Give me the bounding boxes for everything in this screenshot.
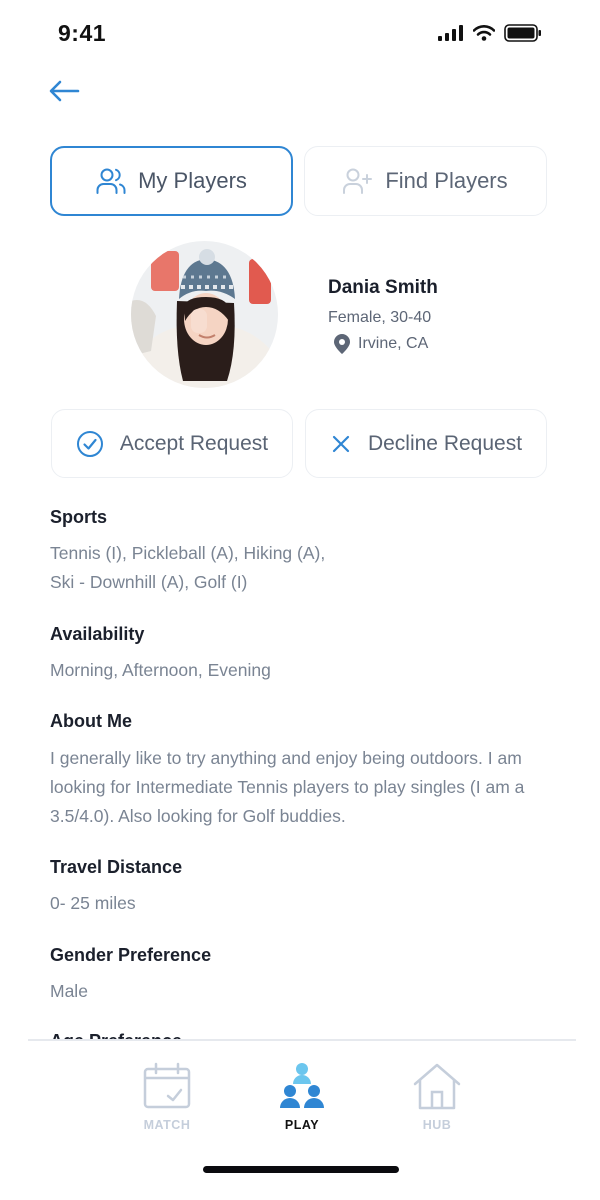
sports-heading: Sports	[50, 507, 108, 527]
accept-request-button[interactable]: Accept Request	[51, 409, 293, 478]
back-button[interactable]	[44, 74, 84, 108]
bottom-tab-bar: MATCH PLAY HUB	[0, 1041, 600, 1200]
signal-icon	[438, 25, 463, 41]
travel-distance-heading: Travel Distance	[50, 857, 183, 877]
home-indicator	[203, 1166, 399, 1173]
my-players-tab[interactable]: My Players	[50, 146, 293, 216]
status-time: 9:41	[58, 20, 107, 46]
wifi-icon	[473, 25, 495, 41]
battery-icon	[504, 24, 541, 42]
profile-photo	[131, 241, 278, 388]
tab-play[interactable]: PLAY	[252, 1062, 352, 1132]
tab-match[interactable]: MATCH	[117, 1062, 217, 1132]
tab-hub[interactable]: HUB	[387, 1062, 487, 1132]
profile-location: Irvine, CA	[334, 334, 438, 354]
status-bar: 9:41	[0, 0, 600, 70]
about-me-heading: About Me	[50, 711, 132, 731]
about-me-text: I generally like to try anything and enj…	[50, 748, 525, 826]
tab-match-label: MATCH	[143, 1118, 191, 1132]
profile-name: Dania Smith	[328, 277, 438, 298]
users-icon	[96, 168, 126, 194]
decline-request-label: Decline Request	[367, 431, 523, 455]
sports-line-2: Ski - Downhill (A), Golf (I)	[50, 572, 248, 592]
profile-gender-age: Female, 30-40	[328, 309, 432, 326]
profile-info: Dania Smith Female, 30-40 Irvine, CA	[328, 277, 438, 354]
accept-request-label: Accept Request	[119, 431, 269, 455]
status-icons	[438, 24, 542, 42]
availability-value: Morning, Afternoon, Evening	[50, 660, 271, 680]
home-icon	[413, 1063, 461, 1110]
close-icon	[332, 435, 350, 452]
calendar-check-icon	[143, 1062, 191, 1109]
tab-hub-label: HUB	[422, 1118, 452, 1132]
players-group-icon	[280, 1063, 324, 1108]
find-players-label: Find Players	[385, 168, 508, 193]
profile-avatar	[131, 241, 278, 388]
check-circle-icon	[76, 430, 103, 457]
gender-preference-value: Male	[50, 981, 88, 1001]
location-pin-icon	[334, 334, 350, 354]
gender-preference-heading: Gender Preference	[50, 945, 212, 965]
tab-play-label: PLAY	[284, 1118, 320, 1132]
tab-bar-divider	[28, 1039, 576, 1041]
user-plus-icon	[343, 168, 373, 194]
arrow-left-icon	[49, 80, 80, 102]
find-players-tab[interactable]: Find Players	[304, 146, 547, 216]
decline-request-button[interactable]: Decline Request	[305, 409, 547, 478]
profile-location-text: Irvine, CA	[358, 335, 429, 352]
availability-heading: Availability	[50, 624, 145, 644]
travel-distance-value: 0- 25 miles	[50, 893, 136, 913]
my-players-label: My Players	[138, 168, 247, 193]
sports-line-1: Tennis (I), Pickleball (A), Hiking (A),	[50, 543, 326, 563]
